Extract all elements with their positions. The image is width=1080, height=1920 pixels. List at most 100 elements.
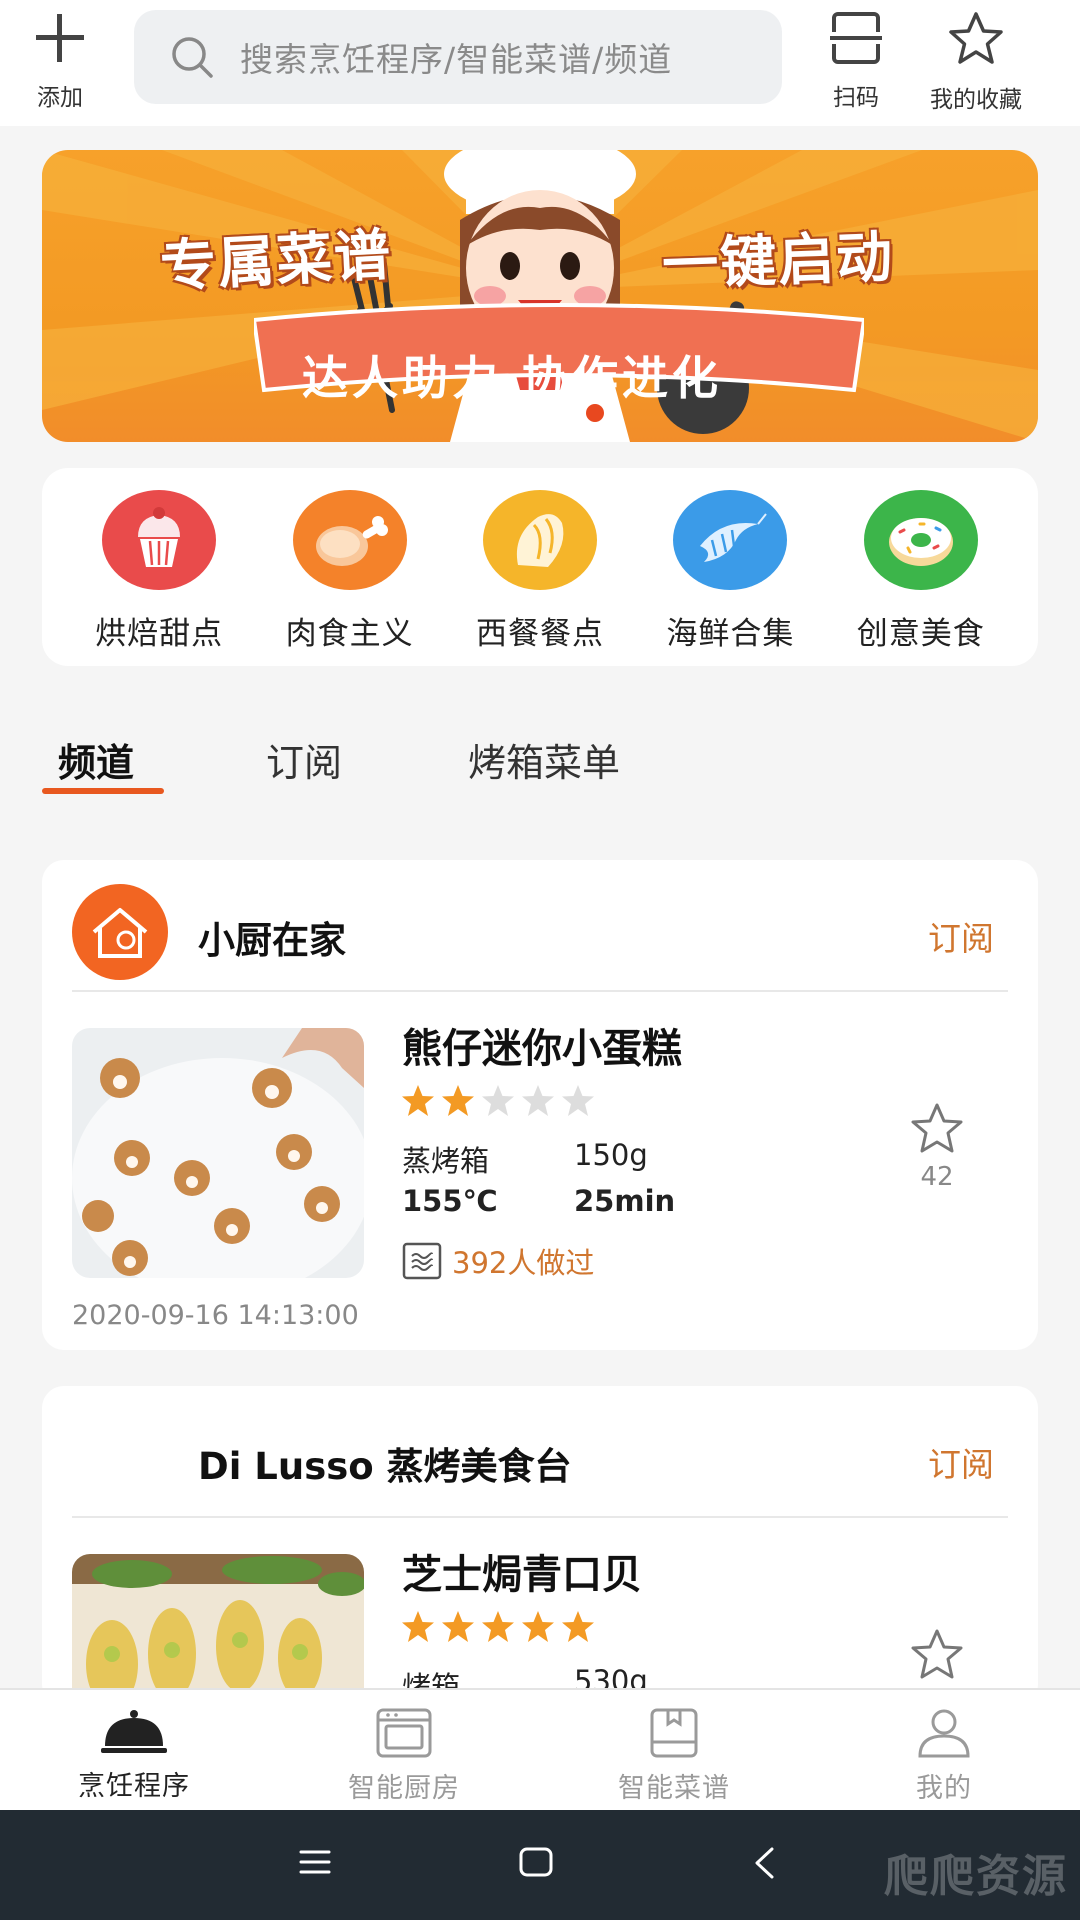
search-icon — [172, 37, 213, 78]
favorites-button[interactable]: 我的收藏 — [914, 10, 1038, 114]
steam-oven-icon — [402, 1242, 442, 1280]
category-label: 西餐餐点 — [475, 616, 604, 652]
star-outline-icon — [949, 12, 1003, 64]
star-filled-icon — [562, 1611, 594, 1642]
scan-label: 扫码 — [833, 85, 879, 111]
star-filled-icon — [482, 1611, 514, 1642]
recipe-appliance: 蒸烤箱 — [402, 1144, 490, 1178]
house-icon — [92, 908, 148, 958]
category-label: 烘焙甜点 — [95, 616, 224, 652]
watermark: 爬爬资源 — [884, 1851, 1068, 1902]
category-meat[interactable]: 肉食主义 — [265, 490, 435, 666]
search-placeholder: 搜索烹饪程序/智能菜谱/频道 — [240, 40, 673, 79]
home-icon[interactable] — [518, 1846, 554, 1878]
nav-cooking-programs[interactable]: 烹饪程序 — [34, 1708, 234, 1803]
category-baking[interactable]: 烘焙甜点 — [74, 490, 244, 666]
recipe-thumbnail[interactable] — [72, 1554, 364, 1706]
carousel-dot[interactable] — [542, 404, 560, 422]
dumpling-icon — [482, 490, 597, 590]
recipe-duration: 25min — [574, 1184, 676, 1218]
star-filled-icon — [402, 1611, 434, 1642]
add-label: 添加 — [37, 85, 83, 111]
cloche-icon — [101, 1710, 167, 1753]
carousel-dots[interactable] — [542, 404, 604, 422]
oven-icon — [376, 1708, 432, 1758]
rating-stars — [400, 1084, 596, 1118]
channel-title: Di Lusso 蒸烤美食台 — [198, 1445, 572, 1488]
top-bar: 添加 搜索烹饪程序/智能菜谱/频道 扫码 我的收藏 — [0, 0, 1080, 126]
back-icon[interactable] — [752, 1846, 776, 1880]
user-icon — [918, 1709, 970, 1758]
category-label: 创意美食 — [856, 616, 985, 652]
channel-card: 小厨在家 订阅 熊仔迷你小蛋糕 蒸烤箱 150g 155℃ 25min 392人… — [42, 860, 1038, 1350]
banner-text-left: 专属菜谱 — [158, 222, 394, 301]
subscribe-button[interactable]: 订阅 — [928, 1438, 994, 1486]
content-tabs: 频道 订阅 烤箱菜单 — [42, 722, 1038, 802]
rating-stars — [400, 1610, 596, 1644]
tab-oven-menu[interactable]: 烤箱菜单 — [468, 732, 620, 787]
carousel-dot-active[interactable] — [586, 404, 604, 422]
star-filled-icon — [442, 1085, 474, 1116]
favorites-label: 我的收藏 — [930, 87, 1022, 113]
star-outline-icon — [911, 1103, 963, 1153]
star-empty-icon — [522, 1085, 554, 1116]
recipe-item[interactable]: 芝士焗青口贝 烤箱 530g — [42, 1518, 1038, 1706]
favorite-button[interactable]: 42 — [902, 1102, 972, 1192]
active-tab-indicator — [42, 788, 164, 794]
star-empty-icon — [482, 1085, 514, 1116]
nav-label: 智能菜谱 — [618, 1773, 730, 1804]
shrimp-icon — [673, 490, 788, 590]
recipe-weight: 150g — [574, 1138, 648, 1172]
recipe-temperature: 155℃ — [402, 1184, 498, 1218]
star-filled-icon — [522, 1611, 554, 1642]
recipe-thumbnail[interactable] — [72, 1028, 364, 1278]
star-outline-icon — [911, 1629, 963, 1679]
made-count: 392人做过 — [402, 1240, 594, 1282]
recipe-item[interactable]: 熊仔迷你小蛋糕 蒸烤箱 150g 155℃ 25min 392人做过 42 — [42, 992, 1038, 1322]
favorite-button[interactable] — [902, 1628, 972, 1686]
publish-date: 2020-09-16 14:13:00 — [72, 1300, 359, 1331]
nav-smart-kitchen[interactable]: 智能厨房 — [304, 1708, 504, 1805]
nav-smart-recipes[interactable]: 智能菜谱 — [574, 1708, 774, 1805]
promo-banner[interactable]: 专属菜谱 一键启动 达人助力 协作进化 — [42, 150, 1038, 442]
channel-card: Di Lusso 蒸烤美食台 订阅 芝士焗青口贝 烤箱 530g — [42, 1386, 1038, 1706]
channel-avatar[interactable] — [72, 884, 168, 980]
scan-icon — [830, 12, 882, 64]
tab-subscribed[interactable]: 订阅 — [266, 732, 342, 787]
cupcake-icon — [102, 490, 217, 590]
tab-channel[interactable]: 频道 — [58, 732, 134, 787]
channel-header: 小厨在家 订阅 — [72, 860, 1008, 992]
scan-button[interactable]: 扫码 — [796, 10, 916, 112]
category-label: 肉食主义 — [285, 616, 414, 652]
recipe-title: 熊仔迷你小蛋糕 — [402, 1026, 682, 1072]
banner-text-right: 一键启动 — [661, 224, 896, 299]
made-count-text: 392人做过 — [452, 1246, 595, 1280]
donut-icon — [863, 490, 978, 590]
star-filled-icon — [402, 1085, 434, 1116]
recipe-book-icon — [650, 1708, 698, 1758]
nav-me[interactable]: 我的 — [844, 1708, 1044, 1805]
category-seafood[interactable]: 海鲜合集 — [645, 490, 815, 666]
category-western[interactable]: 西餐餐点 — [455, 490, 625, 666]
nav-label: 智能厨房 — [348, 1773, 460, 1804]
category-label: 海鲜合集 — [666, 616, 795, 652]
star-filled-icon — [442, 1611, 474, 1642]
search-input[interactable]: 搜索烹饪程序/智能菜谱/频道 — [134, 10, 782, 104]
recipe-title: 芝士焗青口贝 — [402, 1552, 642, 1598]
star-empty-icon — [562, 1085, 594, 1116]
menu-icon[interactable] — [298, 1846, 332, 1878]
category-creative[interactable]: 创意美食 — [836, 490, 1006, 666]
channel-header: Di Lusso 蒸烤美食台 订阅 — [72, 1386, 1008, 1518]
plus-icon — [36, 14, 84, 62]
nav-label: 烹饪程序 — [78, 1771, 190, 1802]
category-bar: 烘焙甜点 肉食主义 西餐餐点 海鲜合集 创意美食 — [42, 468, 1038, 666]
drumstick-icon — [292, 490, 407, 590]
bottom-nav: 烹饪程序 智能厨房 智能菜谱 我的 — [0, 1688, 1080, 1810]
system-nav-bar: 爬爬资源 — [0, 1810, 1080, 1920]
favorite-count: 42 — [920, 1162, 954, 1192]
banner-ribbon-text: 达人助力 协作进化 — [302, 351, 723, 405]
nav-label: 我的 — [916, 1773, 972, 1804]
add-button[interactable]: 添加 — [0, 10, 120, 112]
channel-title: 小厨在家 — [198, 919, 346, 962]
subscribe-button[interactable]: 订阅 — [928, 912, 994, 960]
